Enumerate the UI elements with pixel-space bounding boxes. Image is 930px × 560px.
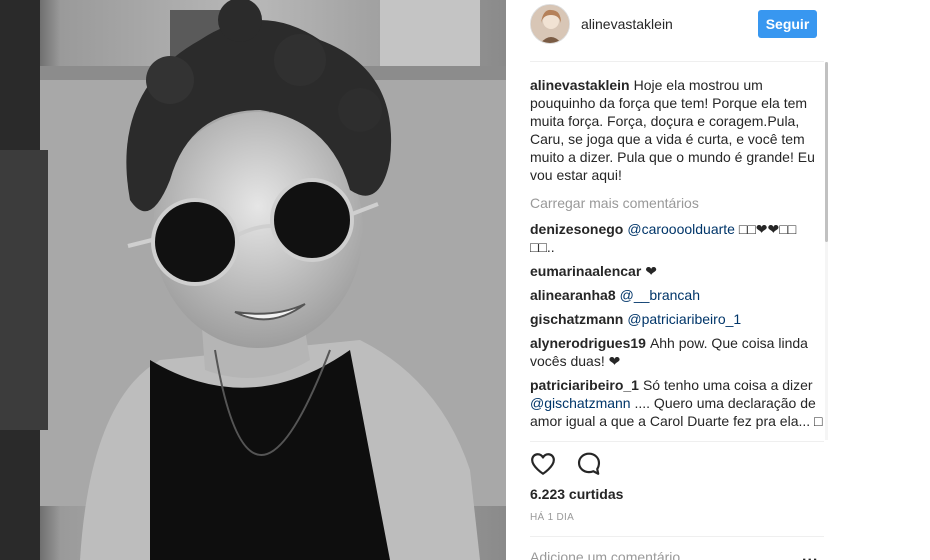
add-comment-input[interactable]	[530, 546, 790, 560]
comment-mention[interactable]: @patriciaribeiro_1	[627, 311, 741, 327]
comment-item: alynerodrigues19 Ahh pow. Que coisa linda…	[530, 334, 824, 370]
comment-item: gischatzmann @patriciaribeiro_1	[530, 310, 824, 328]
divider	[530, 536, 824, 537]
comment-text-before: Só tenho uma coisa a dizer	[642, 377, 813, 393]
caption: alinevastaklein Hoje ela mostrou um pouqu…	[530, 76, 824, 184]
comment-username[interactable]: denizesonego	[530, 221, 623, 237]
post-actions	[530, 451, 630, 481]
comment-username[interactable]: alynerodrigues19	[530, 335, 646, 351]
comment-mention[interactable]: @gischatzmann	[530, 395, 631, 411]
caption-username[interactable]: alinevastaklein	[530, 77, 630, 93]
comment-username[interactable]: alinearanha8	[530, 287, 616, 303]
comment-username[interactable]: gischatzmann	[530, 311, 623, 327]
comment-item: denizesonego @caroooolduarte □□❤❤□□ □□..	[530, 220, 824, 256]
post-photo[interactable]	[0, 0, 506, 560]
follow-button[interactable]: Seguir	[758, 10, 817, 38]
comment-username[interactable]: eumarinaalencar	[530, 263, 641, 279]
post-details-panel: alinevastaklein Seguir alinevastaklein Ho…	[506, 0, 930, 560]
comment-mention[interactable]: @__brancah	[620, 287, 700, 303]
comment-item: patriciaribeiro_1 Só tenho uma coisa a di…	[530, 376, 824, 430]
header-username[interactable]: alinevastaklein	[581, 16, 673, 32]
divider	[530, 61, 824, 62]
more-options-button[interactable]: ...	[802, 548, 818, 560]
divider	[530, 441, 824, 442]
post-timestamp[interactable]: HÁ 1 DIA	[530, 512, 574, 523]
comment-bubble-icon[interactable]	[576, 451, 604, 479]
comment-mention[interactable]: @caroooolduarte	[627, 221, 735, 237]
post-header: alinevastaklein Seguir	[506, 0, 930, 48]
comment-item: alinearanha8 @__brancah	[530, 286, 824, 304]
comment-text: ❤	[645, 263, 658, 279]
profile-avatar[interactable]	[530, 4, 570, 44]
load-more-comments-button[interactable]: Carregar mais comentários	[530, 194, 824, 212]
comment-item: eumarinaalencar ❤	[530, 262, 824, 280]
likes-count[interactable]: 6.223 curtidas	[530, 486, 623, 502]
avatar-image	[531, 5, 569, 43]
comments-list[interactable]: alinevastaklein Hoje ela mostrou um pouqu…	[530, 76, 824, 438]
photo-illustration	[0, 0, 506, 560]
comment-username[interactable]: patriciaribeiro_1	[530, 377, 639, 393]
comments-scrollbar-thumb[interactable]	[825, 62, 828, 242]
heart-icon[interactable]	[530, 451, 558, 479]
